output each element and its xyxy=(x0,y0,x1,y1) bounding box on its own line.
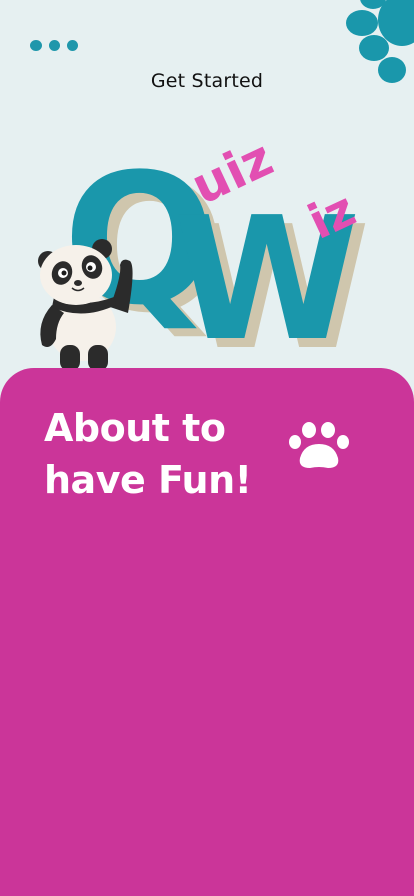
get-started-screen: Get Started Q W Q W uiz iz About to have… xyxy=(0,0,414,896)
dot xyxy=(49,40,60,51)
headline-line-2: have Fun! xyxy=(44,458,252,502)
intro-headline: About to have Fun! xyxy=(44,402,284,506)
page-title: Get Started xyxy=(150,70,264,92)
dot xyxy=(30,40,42,51)
headline-line-1: About to xyxy=(44,406,226,450)
paw-print-icon xyxy=(289,422,349,468)
dot xyxy=(67,40,78,51)
panda-mascot xyxy=(38,239,133,371)
status-dots-icon xyxy=(30,40,78,51)
